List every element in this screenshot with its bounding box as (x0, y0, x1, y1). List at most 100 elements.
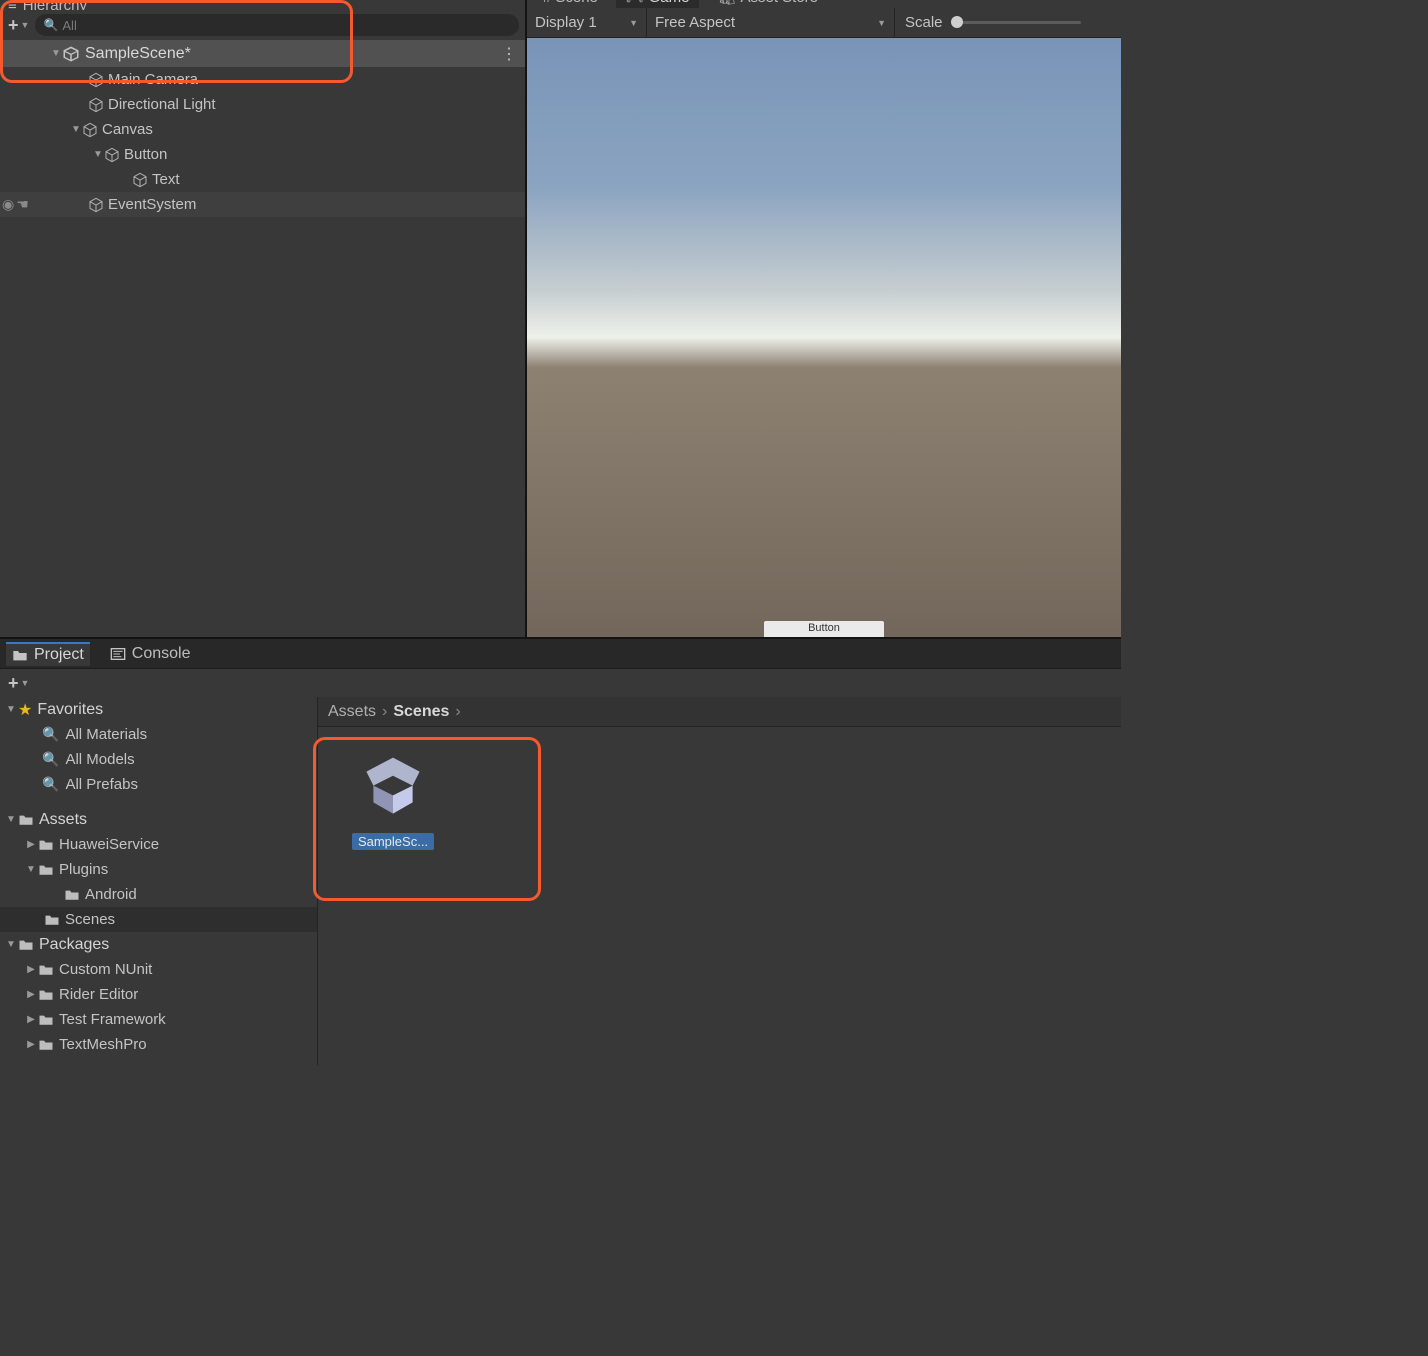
chevron-down-icon: ▼ (877, 18, 886, 28)
assets-heading[interactable]: ▼ Assets (0, 807, 317, 832)
search-icon: 🔍 (42, 726, 59, 743)
chevron-right-icon[interactable]: ▶ (24, 1014, 38, 1025)
chevron-down-icon[interactable]: ▼ (4, 704, 18, 715)
chevron-right-icon[interactable]: ▶ (24, 1039, 38, 1050)
folder-icon (18, 938, 34, 951)
project-tabbar: Project Console (0, 639, 1121, 669)
chevron-down-icon[interactable]: ▼ (4, 939, 18, 950)
hierarchy-item-button[interactable]: ▼ Button (0, 142, 525, 167)
chevron-right-icon[interactable]: ▶ (24, 989, 38, 1000)
folder-huawei-service[interactable]: ▶HuaweiService (0, 832, 317, 857)
folder-icon (38, 1038, 54, 1051)
breadcrumb-root[interactable]: Assets (328, 703, 376, 721)
display-label: Display 1 (535, 14, 597, 31)
tab-scene[interactable]: #Scene (533, 0, 608, 8)
create-button[interactable]: +▼ (6, 673, 31, 694)
favorite-all-prefabs[interactable]: 🔍All Prefabs (0, 772, 317, 797)
breadcrumb: Assets › Scenes › (318, 697, 1121, 727)
package-custom-nunit[interactable]: ▶Custom NUnit (0, 957, 317, 982)
kebab-menu-icon[interactable]: ⋮ (501, 44, 517, 64)
tab-project[interactable]: Project (6, 642, 90, 666)
chevron-down-icon[interactable]: ▼ (50, 48, 62, 59)
hierarchy-item-main-camera[interactable]: Main Camera (0, 67, 525, 92)
gameobject-icon (88, 97, 104, 113)
console-icon (110, 647, 126, 661)
folder-icon (38, 863, 54, 876)
package-textmeshpro[interactable]: ▶ TextMeshPro (0, 1032, 317, 1057)
chevron-down-icon: ▼ (21, 678, 30, 688)
breadcrumb-current[interactable]: Scenes (393, 703, 449, 721)
folder-icon (18, 813, 34, 826)
search-icon: 🔍 (43, 18, 58, 32)
aspect-dropdown[interactable]: Free Aspect ▼ (647, 8, 895, 37)
favorites-heading[interactable]: ▼ ★ Favorites (0, 697, 317, 722)
tab-label: Console (132, 645, 191, 663)
folder-android[interactable]: Android (0, 882, 317, 907)
item-label: All Models (65, 751, 134, 768)
folder-icon (12, 648, 28, 662)
chevron-down-icon[interactable]: ▼ (70, 124, 82, 135)
folder-icon (64, 888, 80, 901)
game-view: Button (527, 38, 1121, 637)
scene-row[interactable]: ▼ SampleScene* ⋮ (0, 40, 525, 67)
packages-heading[interactable]: ▼ Packages (0, 932, 317, 957)
gameobject-icon (132, 172, 148, 188)
tab-label: Project (34, 646, 84, 664)
unity-scene-icon (353, 747, 433, 827)
scale-thumb[interactable] (951, 16, 963, 28)
project-tree: ▼ ★ Favorites 🔍 All Materials 🔍All Models… (0, 697, 318, 1065)
hierarchy-item-directional-light[interactable]: Directional Light (0, 92, 525, 117)
asset-scene-item[interactable]: SampleSc... (348, 747, 438, 850)
chevron-down-icon[interactable]: ▼ (24, 864, 38, 875)
hierarchy-item-canvas[interactable]: ▼ Canvas (0, 117, 525, 142)
hierarchy-toolbar: +▼ 🔍 (0, 10, 525, 40)
hierarchy-item-event-system[interactable]: ◉ ☚ EventSystem (0, 192, 525, 217)
display-dropdown[interactable]: Display 1 ▼ (527, 8, 647, 37)
tab-label: Asset Store (740, 0, 818, 6)
folder-scenes[interactable]: Scenes (0, 907, 317, 932)
scale-label: Scale (905, 14, 943, 31)
chevron-down-icon[interactable]: ▼ (4, 814, 18, 825)
gameobject-icon (88, 197, 104, 213)
project-panel: Project Console +▼ ▼ ★ Favorites 🔍 All Ma… (0, 637, 1121, 1065)
chevron-right-icon[interactable]: ▶ (24, 839, 38, 850)
hierarchy-item-label: Canvas (102, 121, 153, 138)
assets-grid[interactable]: SampleSc... (318, 727, 1121, 1065)
folder-icon (38, 1013, 54, 1026)
package-test-framework[interactable]: ▶Test Framework (0, 1007, 317, 1032)
hierarchy-search-input[interactable] (62, 18, 511, 33)
item-label: Scenes (65, 911, 115, 928)
project-content: Assets › Scenes › Samp (318, 697, 1121, 1065)
tab-asset-store[interactable]: 🛍Asset Store (707, 0, 828, 8)
item-label: TextMeshPro (59, 1036, 147, 1053)
chevron-right-icon[interactable]: ▶ (24, 964, 38, 975)
game-tabbar: #Scene 🎮Game 🛍Asset Store (527, 0, 1121, 8)
favorite-all-materials[interactable]: 🔍 All Materials (0, 722, 317, 747)
folder-icon (38, 963, 54, 976)
folder-plugins[interactable]: ▼Plugins (0, 857, 317, 882)
tab-console[interactable]: Console (104, 643, 197, 665)
star-icon: ★ (18, 700, 32, 720)
game-toolbar: Display 1 ▼ Free Aspect ▼ Scale (527, 8, 1121, 38)
tab-game[interactable]: 🎮Game (616, 0, 700, 8)
visibility-icon[interactable]: ◉ (2, 196, 14, 213)
chevron-down-icon: ▼ (21, 20, 30, 30)
package-rider-editor[interactable]: ▶Rider Editor (0, 982, 317, 1007)
favorite-all-models[interactable]: 🔍All Models (0, 747, 317, 772)
scale-slider[interactable] (951, 21, 1081, 24)
tab-label: Game (649, 0, 690, 6)
game-background (527, 38, 1121, 637)
chevron-down-icon: ▼ (629, 18, 638, 28)
pickable-icon[interactable]: ☚ (16, 196, 29, 213)
item-label: All Materials (65, 726, 147, 743)
scene-name: SampleScene* (85, 45, 191, 63)
hierarchy-item-text[interactable]: Text (0, 167, 525, 192)
hierarchy-item-label: Directional Light (108, 96, 216, 113)
hierarchy-search[interactable]: 🔍 (35, 14, 519, 36)
create-button[interactable]: +▼ (6, 15, 31, 36)
project-toolbar: +▼ (0, 669, 1121, 697)
game-ui-button[interactable]: Button (764, 621, 884, 637)
gameobject-icon (82, 122, 98, 138)
chevron-down-icon[interactable]: ▼ (92, 149, 104, 160)
heading-label: Assets (39, 811, 87, 829)
